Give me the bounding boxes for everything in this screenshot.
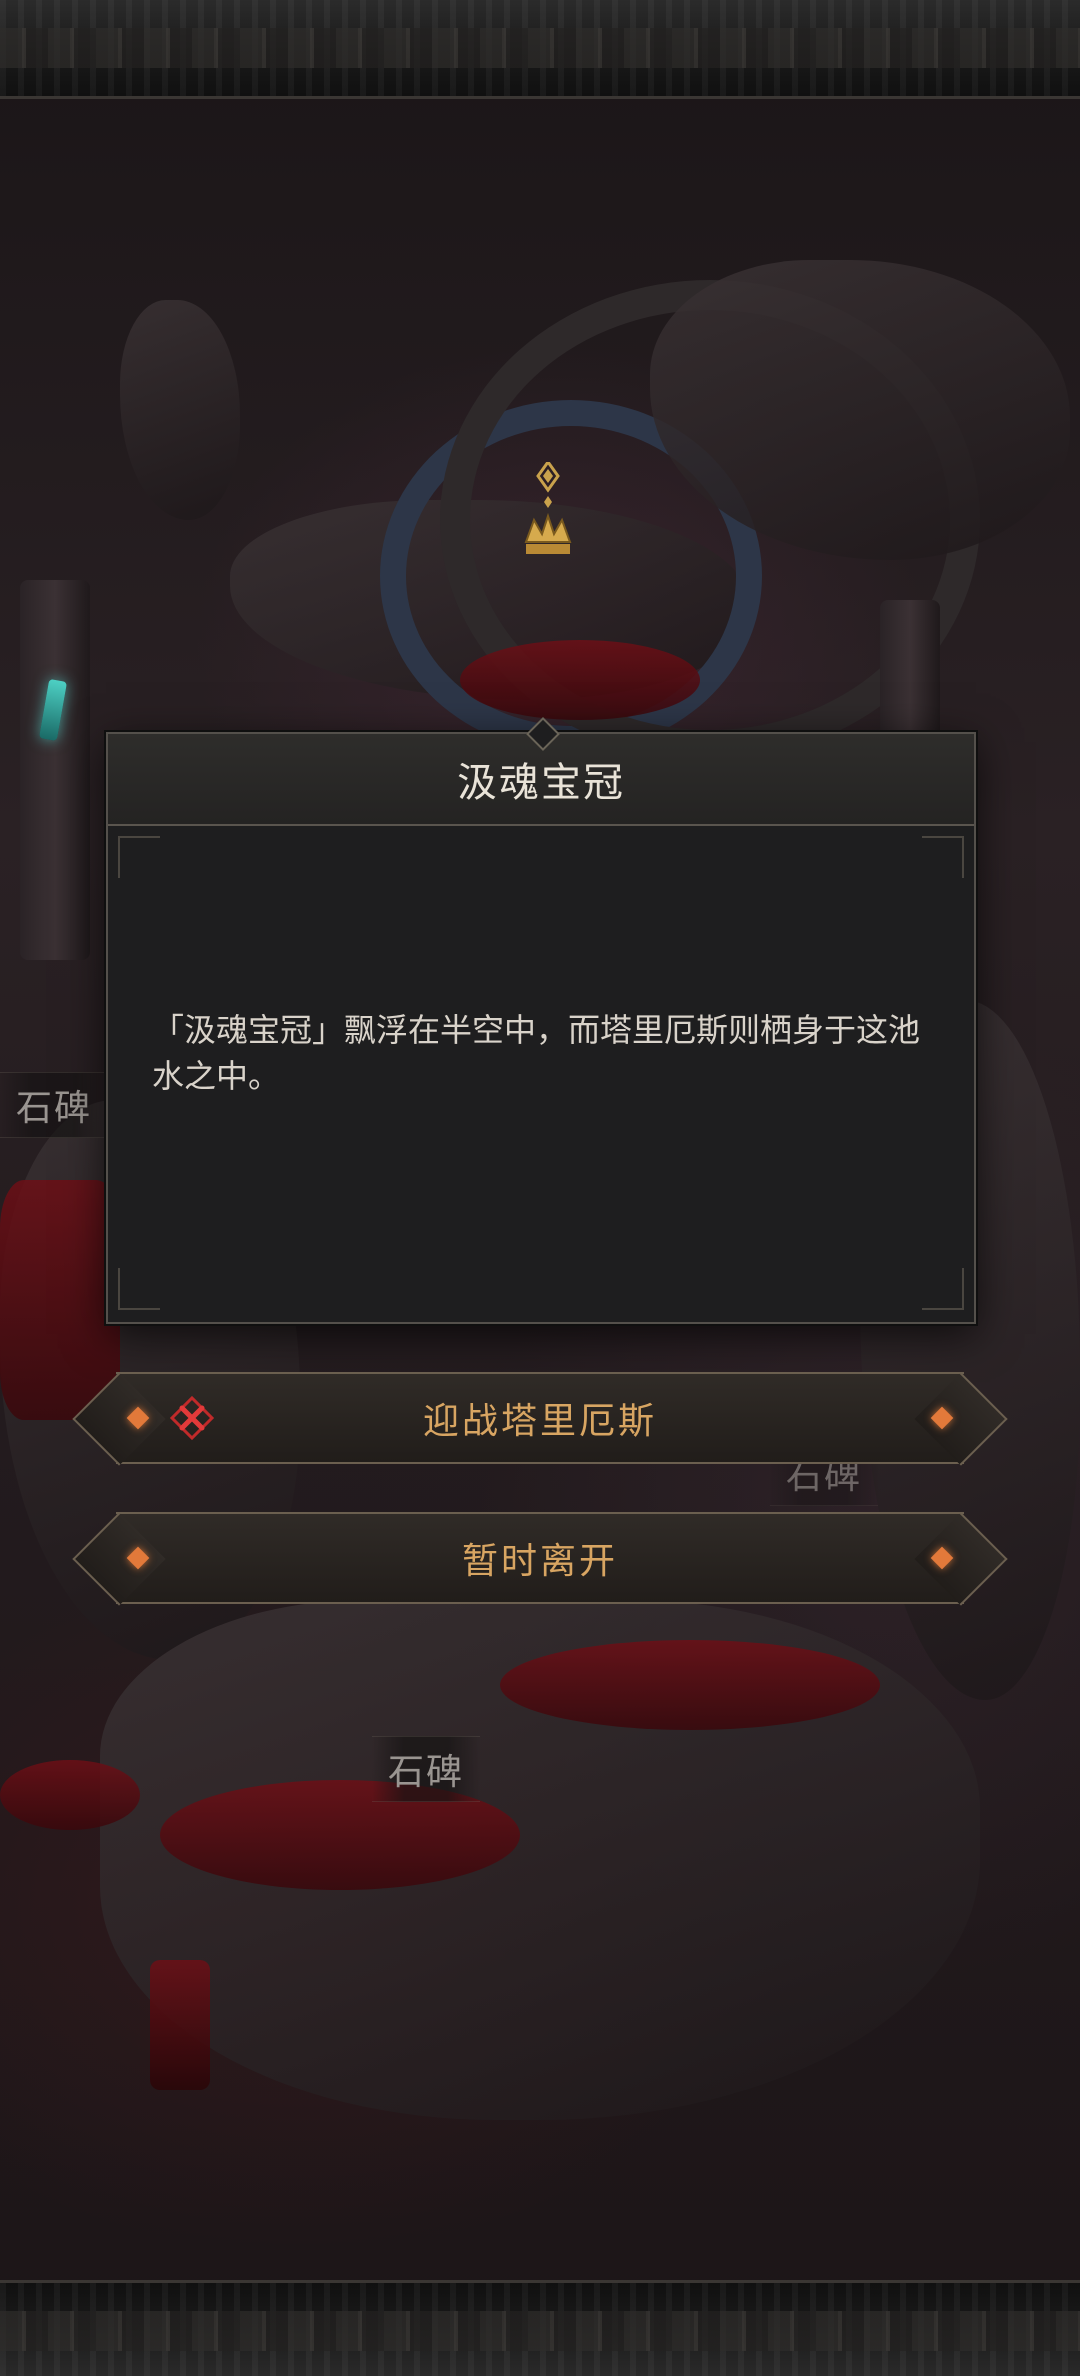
gem-ornament-icon (126, 1406, 150, 1430)
gem-ornament-icon (126, 1546, 150, 1570)
event-dialog: 汲魂宝冠 「汲魂宝冠」飘浮在半空中，而塔里厄斯则栖身于这池水之中。 (106, 717, 976, 1324)
dialog-title: 汲魂宝冠 (457, 760, 625, 806)
blood-pool (500, 1640, 880, 1730)
bottom-frame (0, 2280, 1080, 2376)
crown-marker-icon[interactable] (518, 462, 578, 592)
option-label: 迎战塔里厄斯 (422, 1401, 657, 1442)
fight-talius-button[interactable]: 迎战塔里厄斯 (116, 1372, 964, 1464)
corner-ornament (118, 836, 160, 878)
option-label: 暂时离开 (461, 1541, 618, 1582)
crossed-swords-icon (170, 1396, 214, 1440)
corner-ornament (922, 1268, 964, 1310)
blood-runes (0, 1180, 120, 1420)
leave-for-now-button[interactable]: 暂时离开 (116, 1512, 964, 1604)
top-frame (0, 0, 1080, 99)
frame-ornament (0, 2311, 1080, 2351)
blood-drip (150, 1960, 210, 2090)
game-screen: 石碑 石碑 石碑 汲魂宝冠 「汲魂宝冠」飘浮在半空中，而塔里厄斯则栖身于这池水之… (0, 0, 1080, 2376)
corner-ornament (118, 1268, 160, 1310)
blood-pool (0, 1760, 140, 1830)
dialog-description: 「汲魂宝冠」飘浮在半空中，而塔里厄斯则栖身于这池水之中。 (152, 1011, 921, 1095)
dialog-body: 「汲魂宝冠」飘浮在半空中，而塔里厄斯则栖身于这池水之中。 (108, 826, 974, 1320)
gem-ornament-icon (930, 1546, 954, 1570)
floating-rock (120, 300, 240, 520)
gem-ornament-icon (930, 1406, 954, 1430)
map-label-stele[interactable]: 石碑 (0, 1072, 109, 1138)
blood-pool (460, 640, 700, 720)
corner-ornament (922, 836, 964, 878)
stone-pillar (20, 580, 90, 960)
map-label-stele[interactable]: 石碑 (372, 1736, 481, 1802)
frame-ornament (0, 28, 1080, 68)
